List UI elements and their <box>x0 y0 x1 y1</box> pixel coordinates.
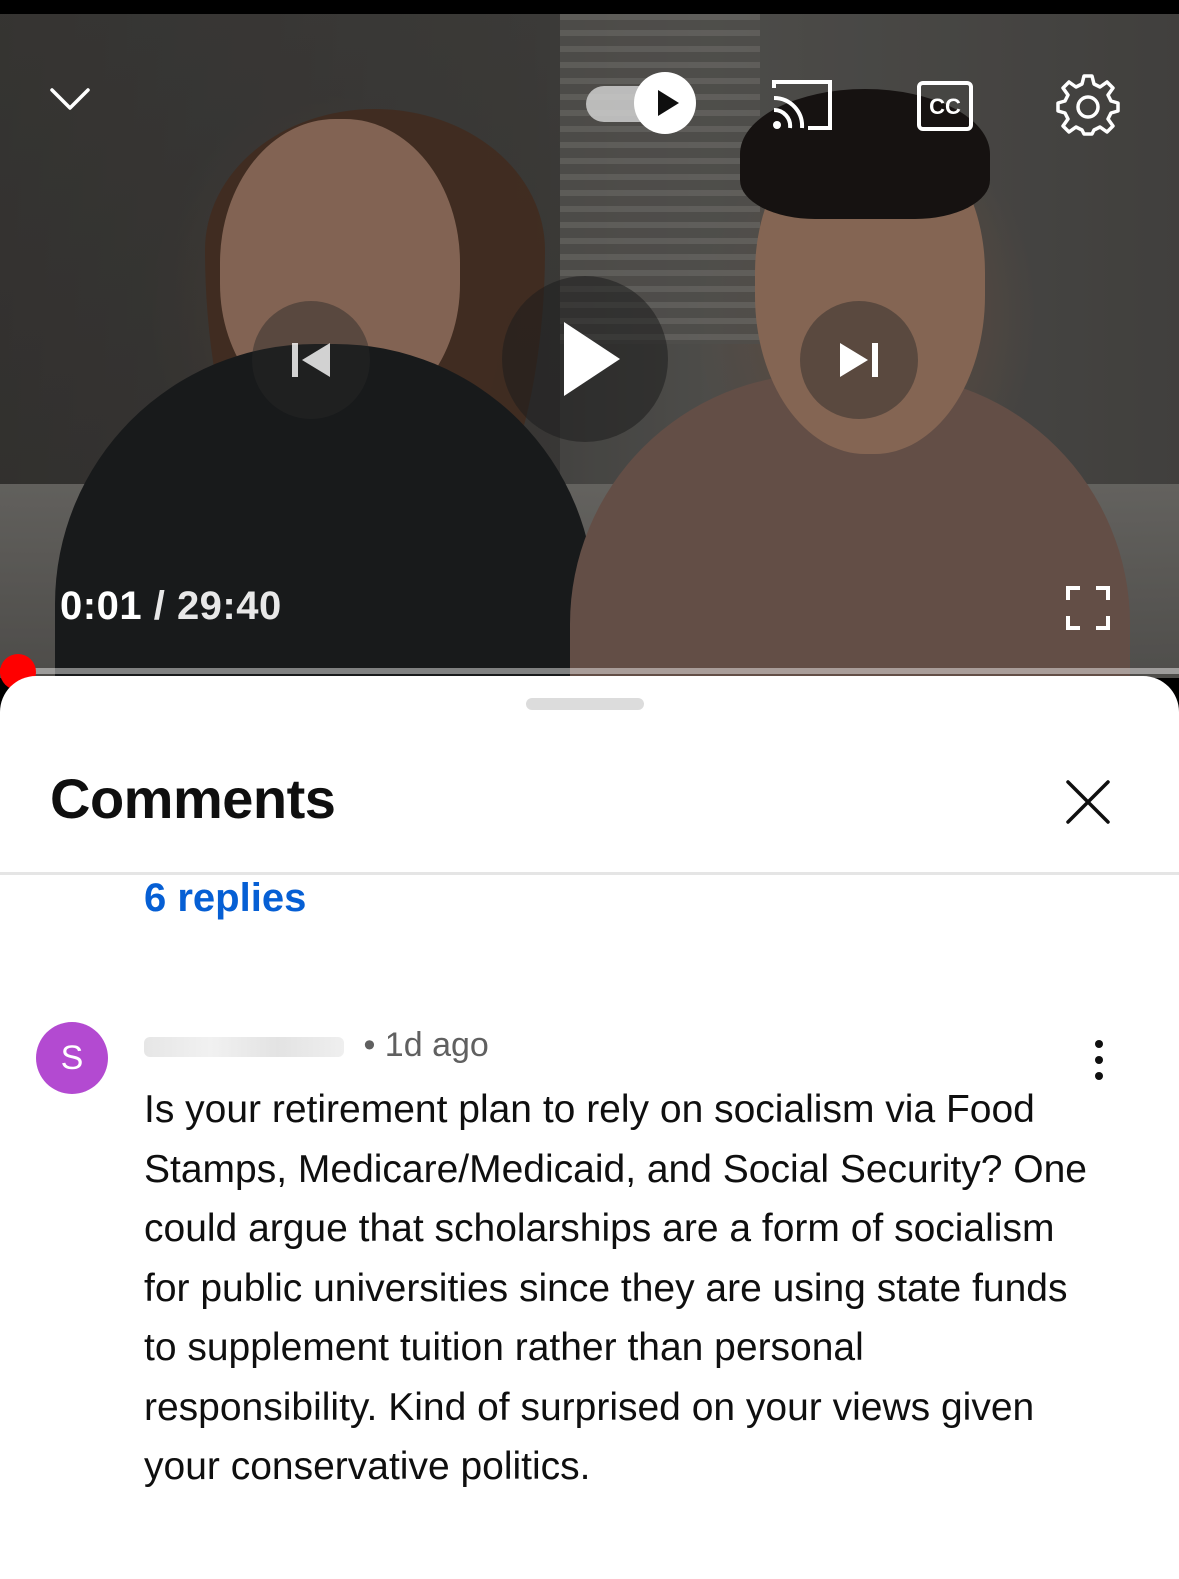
next-icon <box>840 343 878 377</box>
play-icon <box>564 322 620 396</box>
svg-text:CC: CC <box>929 94 961 119</box>
drag-handle[interactable] <box>526 698 644 710</box>
previous-button[interactable] <box>252 301 370 419</box>
avatar[interactable]: S <box>36 1022 108 1094</box>
fullscreen-icon[interactable] <box>1066 586 1110 630</box>
author-name-redacted[interactable] <box>144 1037 344 1058</box>
previous-icon <box>292 343 330 377</box>
close-icon[interactable] <box>1062 776 1114 828</box>
comment-timestamp: • 1d ago <box>363 1026 489 1064</box>
play-button[interactable] <box>502 276 668 442</box>
cast-icon[interactable] <box>770 78 834 132</box>
gear-icon[interactable] <box>1056 72 1120 136</box>
comments-title: Comments <box>50 767 336 830</box>
view-replies-link[interactable]: 6 replies <box>144 876 306 921</box>
comments-panel: Comments 6 replies S • 1d ago Is your re… <box>0 676 1179 1579</box>
current-time: 0:01 <box>60 584 143 628</box>
autoplay-toggle[interactable] <box>586 72 698 136</box>
cc-icon[interactable]: CC <box>916 80 974 132</box>
header-divider <box>0 872 1179 875</box>
progress-bar[interactable] <box>0 668 1179 674</box>
more-options-icon[interactable] <box>1084 1038 1114 1082</box>
next-button[interactable] <box>800 301 918 419</box>
autoplay-knob <box>634 72 696 134</box>
video-player[interactable]: CC 0:01 / 29:40 <box>0 14 1179 678</box>
comment-meta: • 1d ago <box>144 1026 489 1065</box>
comment-text: Is your retirement plan to rely on socia… <box>144 1088 1087 1488</box>
chevron-down-icon[interactable] <box>48 76 92 120</box>
time-display: 0:01 / 29:40 <box>60 584 282 629</box>
avatar-letter: S <box>60 1038 84 1077</box>
time-separator: / <box>153 584 166 628</box>
duration: 29:40 <box>176 584 282 628</box>
